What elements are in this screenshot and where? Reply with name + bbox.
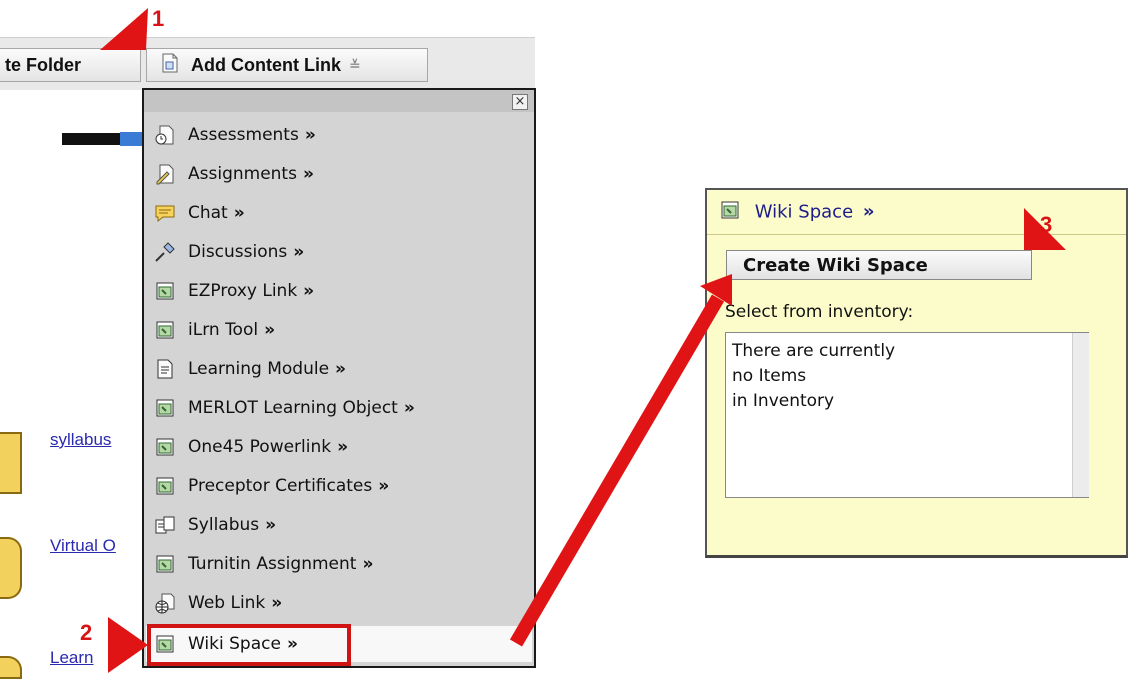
callout-arrow-2 <box>108 617 148 673</box>
annotation-overlay <box>100 8 1066 673</box>
connector-arrow-shaft <box>509 294 725 647</box>
callout-number-1: 1 <box>152 6 165 31</box>
callout-number-3: 3 <box>1040 212 1053 237</box>
callout-arrow-1 <box>100 8 148 50</box>
callout-number-2: 2 <box>80 620 93 645</box>
